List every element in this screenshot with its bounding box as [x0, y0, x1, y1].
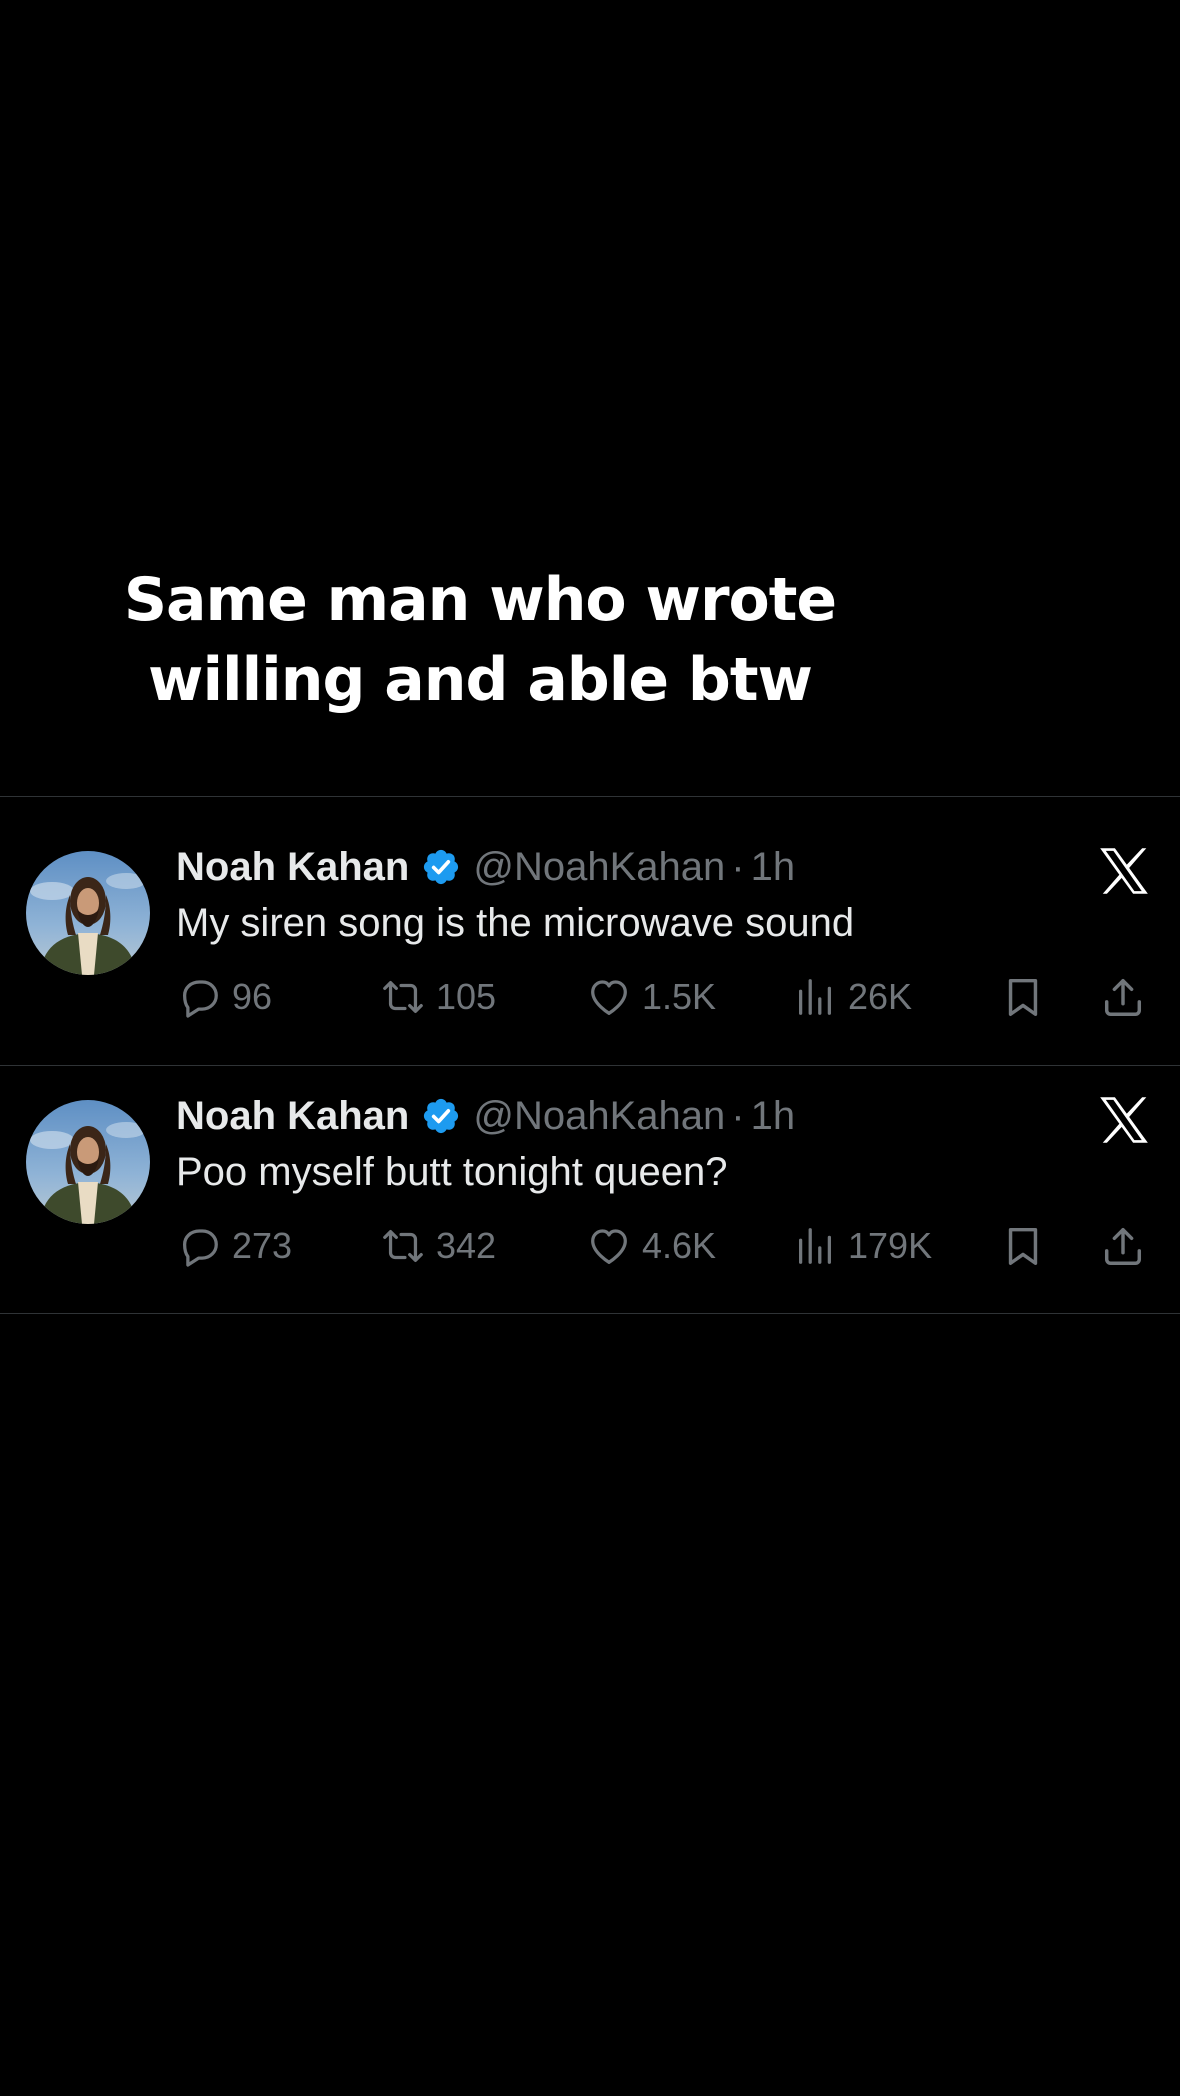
verified-badge-icon	[421, 847, 461, 887]
views-button[interactable]: 179K	[792, 1218, 932, 1274]
tweet-text: Poo myself butt tonight queen?	[176, 1150, 728, 1194]
caption-line-2: willing and able btw	[148, 645, 813, 715]
like-count: 4.6K	[642, 1225, 717, 1266]
reply-button[interactable]: 273	[176, 1218, 292, 1274]
meme-caption: Same man who wrote willing and able btw	[0, 560, 960, 720]
tweet-actions: 96 105 1.5K 26K	[176, 969, 1156, 1025]
heart-icon	[586, 974, 632, 1020]
timestamp[interactable]: 1h	[751, 1094, 796, 1139]
x-logo-icon	[1098, 845, 1150, 897]
reply-icon	[176, 974, 222, 1020]
views-chart-icon	[792, 974, 838, 1020]
avatar[interactable]	[26, 1100, 150, 1224]
x-logo-icon	[1098, 1094, 1150, 1146]
tweet-actions: 273 342 4.6K 179K	[176, 1218, 1156, 1274]
like-button[interactable]: 4.6K	[586, 1218, 716, 1274]
separator-dot: ·	[731, 844, 745, 889]
views-chart-icon	[792, 1223, 838, 1269]
divider-bottom	[0, 1313, 1180, 1314]
retweet-count: 342	[436, 1225, 497, 1266]
share-icon[interactable]	[1100, 1223, 1146, 1269]
tweet-text: My siren song is the microwave sound	[176, 901, 855, 945]
views-button[interactable]: 26K	[792, 969, 912, 1025]
reply-icon	[176, 1223, 222, 1269]
like-button[interactable]: 1.5K	[586, 969, 716, 1025]
display-name[interactable]: Noah Kahan	[176, 1094, 409, 1139]
views-count: 179K	[848, 1225, 933, 1266]
reply-count: 273	[232, 1225, 293, 1266]
avatar[interactable]	[26, 851, 150, 975]
bookmark-icon[interactable]	[1000, 1223, 1046, 1269]
separator-dot: ·	[731, 1093, 745, 1138]
display-name[interactable]: Noah Kahan	[176, 845, 409, 890]
timestamp[interactable]: 1h	[751, 845, 796, 890]
retweet-icon	[380, 1223, 426, 1269]
reply-button[interactable]: 96	[176, 969, 272, 1025]
reply-count: 96	[232, 976, 273, 1017]
retweet-count: 105	[436, 976, 497, 1017]
user-handle[interactable]: @NoahKahan	[473, 845, 725, 890]
heart-icon	[586, 1223, 632, 1269]
bookmark-icon[interactable]	[1000, 974, 1046, 1020]
share-icon[interactable]	[1100, 974, 1146, 1020]
retweet-icon	[380, 974, 426, 1020]
tweet-card[interactable]: Noah Kahan @NoahKahan · 1h My siren song…	[0, 797, 1180, 1045]
verified-badge-icon	[421, 1096, 461, 1136]
tweet-header: Noah Kahan @NoahKahan · 1h	[176, 837, 795, 897]
retweet-button[interactable]: 342	[380, 1218, 496, 1274]
views-count: 26K	[848, 976, 913, 1017]
like-count: 1.5K	[642, 976, 717, 1017]
retweet-button[interactable]: 105	[380, 969, 496, 1025]
tweet-header: Noah Kahan @NoahKahan · 1h	[176, 1086, 795, 1146]
tweet-card[interactable]: Noah Kahan @NoahKahan · 1h Poo myself bu…	[0, 1046, 1180, 1294]
user-handle[interactable]: @NoahKahan	[473, 1094, 725, 1139]
caption-line-1: Same man who wrote	[123, 565, 837, 635]
